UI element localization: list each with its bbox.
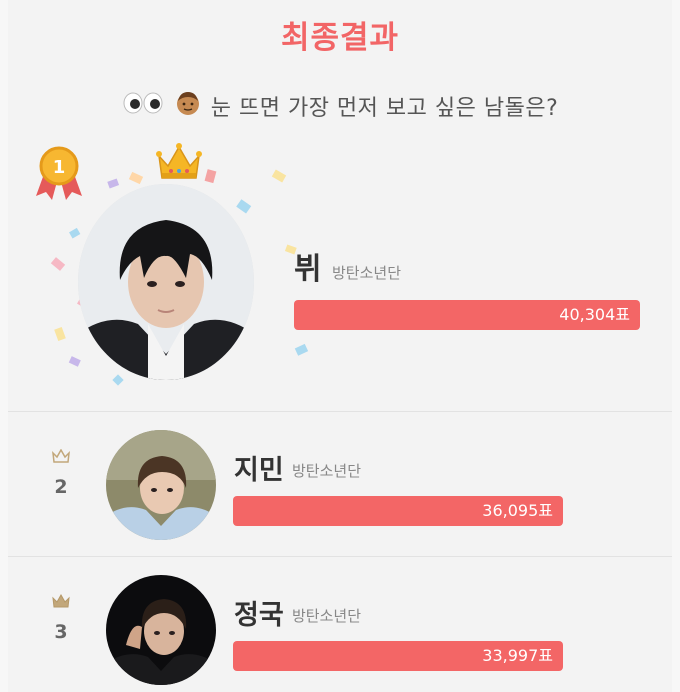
small-crown-icon [46,593,76,612]
eyes-icon [122,92,166,120]
winner-group: 방탄소년단 [332,264,402,282]
vote-count: 36,095표 [482,501,553,520]
vote-bar: 40,304표 [294,300,640,330]
small-crown-icon [46,448,76,467]
vote-bar: 36,095표 [233,496,563,526]
member-name: 지민 [234,455,284,486]
avatar[interactable] [78,184,254,380]
member-name: 정국 [234,600,284,631]
results-card: 최종결과 눈 뜨면 가장 먼저 보고 싶은 남돌은? 1 뷔 방탄소년단 40,… [8,0,672,692]
rank-number: 3 [54,621,68,643]
question-text: 눈 뜨면 가장 먼저 보고 싶은 남돌은? [210,96,559,121]
result-row-2[interactable]: 2 지민 방탄소년단 36,095표 [8,412,672,552]
question: 눈 뜨면 가장 먼저 보고 싶은 남돌은? [8,90,672,122]
winner-name: 뷔 [294,252,322,287]
vote-bar: 33,997표 [233,641,563,671]
member-group: 방탄소년단 [292,462,362,480]
winner-entry[interactable]: 1 뷔 방탄소년단 40,304표 [8,140,672,412]
result-row-3[interactable]: 3 정국 방탄소년단 33,997표 [8,557,672,692]
member-group: 방탄소년단 [292,607,362,625]
vote-count: 40,304표 [559,305,630,324]
vote-count: 33,997표 [482,646,553,665]
avatar[interactable] [106,575,216,685]
rank-number: 2 [54,476,68,498]
page-title: 최종결과 [280,20,400,56]
avatar[interactable] [106,430,216,540]
boy-face-icon [175,90,201,122]
crown-icon [156,142,202,186]
